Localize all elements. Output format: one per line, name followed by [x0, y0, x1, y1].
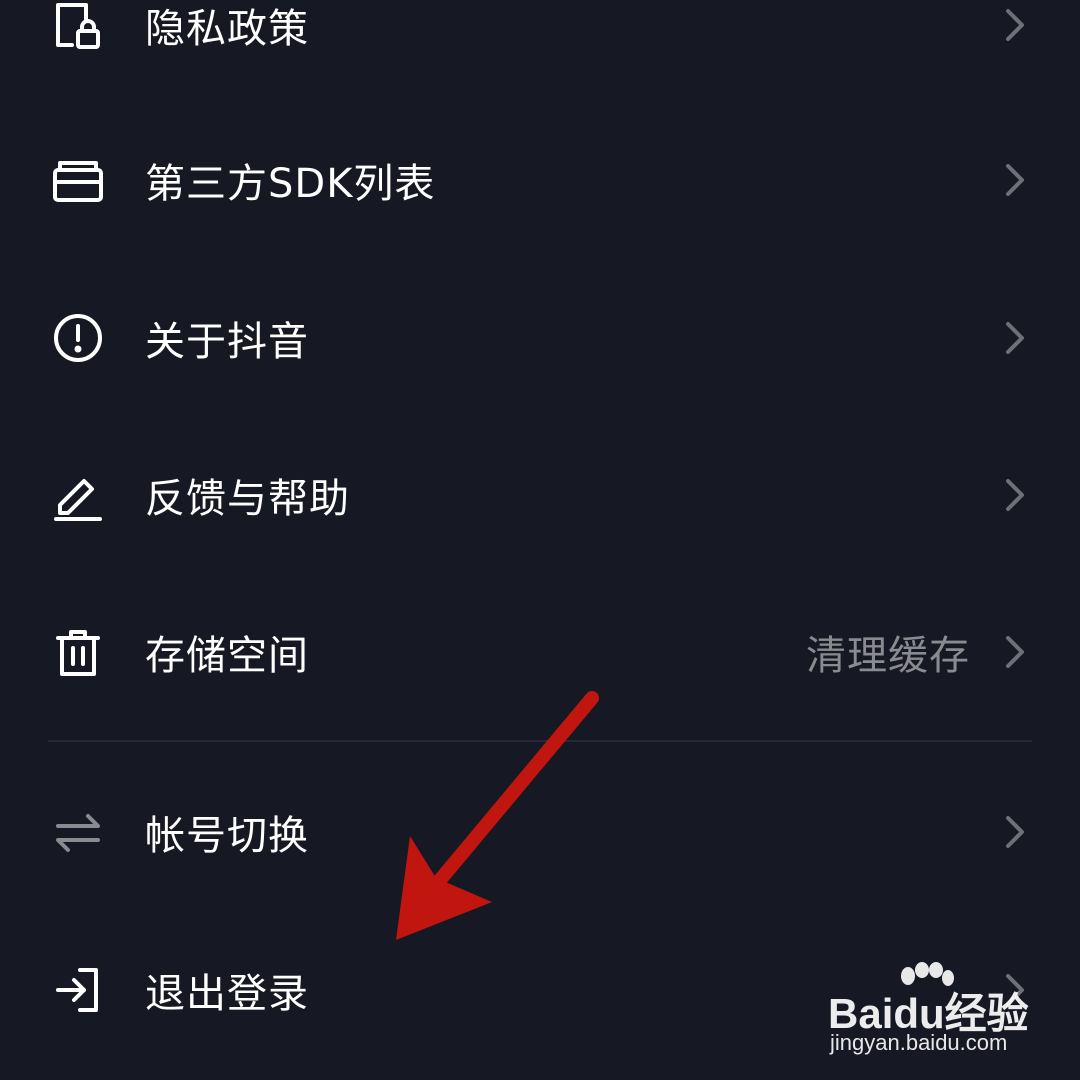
settings-item-label: 帐号切换 — [145, 813, 309, 859]
chevron-right-icon — [1000, 5, 1030, 45]
chevron-right-icon — [1000, 318, 1030, 358]
settings-item-about[interactable]: 关于抖音 — [0, 278, 1080, 398]
settings-item-logout[interactable]: 退出登录 — [0, 930, 1080, 1050]
settings-item-feedback-help[interactable]: 反馈与帮助 — [0, 435, 1080, 555]
section-divider — [48, 740, 1032, 742]
settings-item-label: 第三方SDK列表 — [145, 161, 436, 207]
settings-item-label: 存储空间 — [145, 633, 309, 679]
chevron-right-icon — [1000, 970, 1030, 1010]
privacy-lock-icon — [50, 0, 106, 53]
switch-arrows-icon — [50, 804, 106, 860]
toolbox-icon — [50, 152, 106, 208]
settings-item-label: 反馈与帮助 — [145, 476, 350, 522]
clear-cache-value: 清理缓存 — [806, 633, 970, 679]
chevron-right-icon — [1000, 812, 1030, 852]
chevron-right-icon — [1000, 475, 1030, 515]
trash-icon — [50, 624, 106, 680]
chevron-right-icon — [1000, 160, 1030, 200]
settings-item-label: 隐私政策 — [145, 6, 309, 52]
info-circle-icon — [50, 310, 106, 366]
settings-item-storage[interactable]: 存储空间 清理缓存 — [0, 592, 1080, 712]
settings-item-label: 退出登录 — [145, 971, 309, 1017]
settings-item-privacy-policy[interactable]: 隐私政策 — [0, 0, 1080, 85]
settings-item-switch-account[interactable]: 帐号切换 — [0, 772, 1080, 892]
settings-item-third-party-sdk[interactable]: 第三方SDK列表 — [0, 120, 1080, 240]
chevron-right-icon — [1000, 632, 1030, 672]
logout-icon — [50, 962, 106, 1018]
pencil-icon — [50, 467, 106, 523]
settings-item-label: 关于抖音 — [145, 319, 309, 365]
